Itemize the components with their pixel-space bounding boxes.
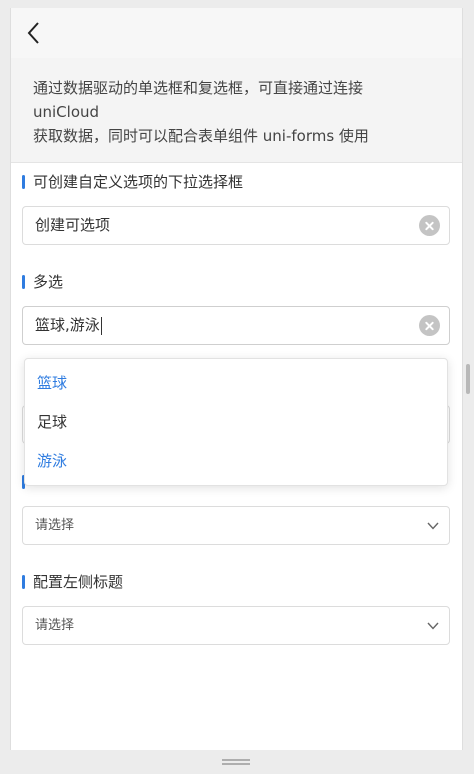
scrollbar-handle[interactable] — [466, 364, 470, 394]
multiple-select-value: 篮球,游泳 — [35, 316, 102, 335]
clear-icon[interactable] — [419, 215, 440, 236]
chevron-down-icon — [427, 522, 439, 530]
section-title-creatable: 可创建自定义选项的下拉选择框 — [22, 172, 243, 192]
section-title-multiple: 多选 — [22, 272, 63, 292]
intro-line-1: 通过数据驱动的单选框和复选框，可直接通过连接 — [33, 79, 364, 97]
default-select[interactable]: 请选择 — [22, 506, 450, 545]
left-label-select[interactable]: 请选择 — [22, 606, 450, 645]
app-frame: 通过数据驱动的单选框和复选框，可直接通过连接 uniCloud 获取数据，同时可… — [10, 8, 463, 750]
intro-line-2: uniCloud — [33, 103, 100, 121]
dropdown-option-basketball[interactable]: 篮球 — [25, 364, 447, 403]
chevron-down-icon — [427, 622, 439, 630]
multiple-select[interactable]: 篮球,游泳 — [22, 306, 450, 345]
navbar — [11, 8, 462, 58]
clear-icon[interactable] — [419, 315, 440, 336]
intro-text: 通过数据驱动的单选框和复选框，可直接通过连接 uniCloud 获取数据，同时可… — [11, 58, 462, 163]
multiple-select-dropdown: 篮球 足球 游泳 — [24, 358, 448, 486]
creatable-select-value: 创建可选项 — [35, 216, 111, 234]
default-select-placeholder: 请选择 — [35, 518, 75, 533]
resize-handle-icon[interactable] — [222, 758, 250, 766]
dropdown-option-swimming[interactable]: 游泳 — [25, 442, 447, 481]
left-label-select-placeholder: 请选择 — [35, 618, 75, 633]
intro-line-3: 获取数据，同时可以配合表单组件 uni-forms 使用 — [33, 127, 369, 145]
back-icon[interactable] — [25, 20, 43, 46]
dropdown-option-football[interactable]: 足球 — [25, 403, 447, 442]
section-title-left-label: 配置左侧标题 — [22, 572, 123, 592]
creatable-select[interactable]: 创建可选项 — [22, 206, 450, 245]
